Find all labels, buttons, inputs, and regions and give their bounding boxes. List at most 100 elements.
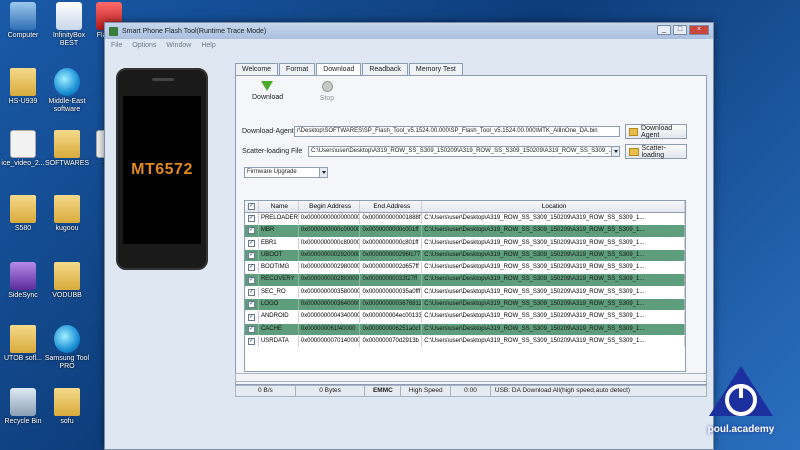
toolbar: Download Stop (236, 76, 706, 112)
row-checkbox[interactable]: ✓ (247, 264, 255, 272)
row-checkbox[interactable]: ✓ (247, 239, 255, 247)
cell-begin: 0x0000000002980000 (299, 262, 361, 274)
table-row[interactable]: ✓ SEC_RO 0x0000000003580000 0x000000000035a… (245, 286, 685, 300)
row-checkbox[interactable]: ✓ (247, 325, 255, 333)
desktop-icon[interactable]: Recycle Bin (0, 388, 46, 426)
row-checkbox-cell[interactable]: ✓ (245, 237, 259, 249)
desktop-icon[interactable]: ice_video_2... (0, 130, 46, 168)
header-name[interactable]: Name (259, 201, 299, 212)
desktop-icon[interactable]: SOFTWARES (44, 130, 90, 168)
row-checkbox-cell[interactable]: ✓ (245, 249, 259, 262)
cell-end: 0x000000070d2913b (360, 335, 423, 348)
stop-button[interactable]: Stop (312, 76, 342, 112)
download-button[interactable]: Download (252, 76, 283, 112)
menu-window[interactable]: Window (166, 42, 191, 49)
chevron-down-icon[interactable] (611, 147, 619, 156)
row-checkbox[interactable]: ✓ (247, 276, 255, 284)
status-bytes: 0 Bytes (296, 386, 366, 396)
cell-loc: C:\Users\user\Desktop\A319_ROW_SS_S309_1… (422, 323, 685, 335)
row-checkbox[interactable]: ✓ (247, 215, 255, 223)
mode-select[interactable]: Firmware Upgrade (244, 167, 328, 178)
folder-icon (54, 195, 80, 223)
row-checkbox[interactable]: ✓ (247, 288, 255, 296)
cell-begin: 0x0000000002920000 (299, 249, 361, 262)
header-location[interactable]: Location (422, 201, 685, 212)
cell-end: 0x0000000000c001ff (360, 225, 423, 237)
row-checkbox-cell[interactable]: ✓ (245, 286, 259, 299)
window-titlebar: Smart Phone Flash Tool(Runtime Trace Mod… (105, 23, 713, 39)
download-agent-field[interactable]: r\Desktop\SOFTWARES\SP_Flash_Tool_v5.152… (294, 126, 620, 137)
table-row[interactable]: ✓ BOOTIMG 0x0000000002980000 0x0000000002d6… (245, 262, 685, 275)
folder-icon (54, 388, 80, 416)
maximize-button[interactable]: □ (673, 25, 687, 35)
tab-readback[interactable]: Readback (362, 63, 408, 75)
scatter-loading-button[interactable]: Scatter-loading (625, 144, 687, 159)
cell-name: BOOTIMG (259, 262, 299, 274)
desktop-icon[interactable]: HS-U939 (0, 68, 46, 106)
row-checkbox[interactable]: ✓ (247, 338, 255, 346)
table-row[interactable]: ✓ PRELOADER 0x0000000000000000 0x0000000000… (245, 213, 685, 226)
desktop-icon[interactable]: S580 (0, 195, 46, 233)
close-button[interactable]: × (689, 25, 709, 35)
folder-icon (10, 325, 36, 353)
tab-welcome[interactable]: Welcome (235, 63, 279, 75)
desktop-icon[interactable]: sofu (44, 388, 90, 426)
row-checkbox-cell[interactable]: ✓ (245, 323, 259, 335)
header-begin-address[interactable]: Begin Address (299, 201, 361, 212)
cell-begin: 0x0000000003640000 (299, 299, 361, 311)
tab-format[interactable]: Format (279, 63, 316, 75)
tab-memory-test[interactable]: Memory Test (408, 63, 463, 75)
chevron-down-icon[interactable] (319, 168, 327, 177)
row-checkbox[interactable]: ✓ (247, 313, 255, 321)
menu-options[interactable]: Options (132, 42, 156, 49)
row-checkbox-cell[interactable]: ✓ (245, 311, 259, 323)
stop-label: Stop (319, 95, 335, 102)
desktop-icon-label: SideSync (8, 292, 38, 299)
cell-name: EBR1 (259, 237, 299, 249)
table-row[interactable]: ✓ UBOOT 0x0000000002920000 0x000000000296fc… (245, 249, 685, 263)
desktop-icon[interactable]: SideSync (0, 262, 46, 300)
window-title: Smart Phone Flash Tool(Runtime Trace Mod… (122, 27, 267, 35)
row-checkbox-cell[interactable]: ✓ (245, 274, 259, 286)
desktop-icon[interactable]: kugoou (44, 195, 90, 233)
desktop-icon[interactable]: VODUBB (44, 262, 90, 300)
select-all-checkbox-cell[interactable]: ✓ (245, 201, 259, 212)
row-checkbox[interactable]: ✓ (247, 252, 255, 260)
select-all-checkbox[interactable]: ✓ (247, 203, 255, 210)
flash-tool-window: Smart Phone Flash Tool(Runtime Trace Mod… (104, 22, 714, 450)
row-checkbox-cell[interactable]: ✓ (245, 225, 259, 237)
table-row[interactable]: ✓ CACHE 0x000000061f40000 0x000000006251a0c… (245, 323, 685, 336)
desktop-icon[interactable]: Middle-East software (44, 68, 90, 114)
status-speed: 0 B/s (236, 386, 296, 396)
row-checkbox[interactable]: ✓ (247, 301, 255, 309)
menu-help[interactable]: Help (201, 42, 215, 49)
row-checkbox-cell[interactable]: ✓ (245, 262, 259, 274)
status-time: 0:00 (451, 386, 491, 396)
desktop-icon-label: SOFTWARES (44, 160, 90, 167)
table-row[interactable]: ✓ MBR 0x0000000000c00000 0x0000000000c001ff… (245, 225, 685, 238)
table-row[interactable]: ✓ LOGO 0x0000000003640000 0x000000000367881… (245, 299, 685, 312)
cell-name: LOGO (259, 299, 299, 311)
row-checkbox-cell[interactable]: ✓ (245, 299, 259, 311)
table-row[interactable]: ✓ RECOVERY 0x0000000002f80000 0x00000000033… (245, 274, 685, 287)
status-mode: High Speed (401, 386, 452, 396)
desktop-icon-label: S580 (14, 225, 32, 232)
desktop-icon-label: ice_video_2... (1, 160, 45, 167)
desktop-icon[interactable]: UTOB sofl... (0, 325, 46, 363)
desktop-icon[interactable]: Samsung Tool PRO (44, 325, 90, 371)
desktop-icon[interactable]: Computer (0, 2, 46, 40)
table-row[interactable]: ✓ USRDATA 0x0000000070140000 0x000000070d29… (245, 335, 685, 349)
row-checkbox[interactable]: ✓ (247, 227, 255, 235)
table-row[interactable]: ✓ EBR1 0x0000000000c80000 0x0000000000c801f… (245, 237, 685, 250)
download-agent-button[interactable]: Download Agent (625, 124, 687, 139)
row-checkbox-cell[interactable]: ✓ (245, 213, 259, 225)
minimize-button[interactable]: _ (657, 25, 671, 35)
row-checkbox-cell[interactable]: ✓ (245, 335, 259, 348)
app-icon (109, 26, 118, 36)
cell-name: UBOOT (259, 249, 299, 262)
header-end-address[interactable]: End Address (360, 201, 423, 212)
cell-name: USRDATA (259, 335, 299, 348)
table-row[interactable]: ✓ ANDROID 0x0000000004340000 0x000000004ec0… (245, 311, 685, 324)
scatter-loading-field[interactable]: C:\Users\user\Desktop\A319_ROW_SS_S309_1… (308, 146, 620, 157)
menu-file[interactable]: File (111, 42, 122, 49)
